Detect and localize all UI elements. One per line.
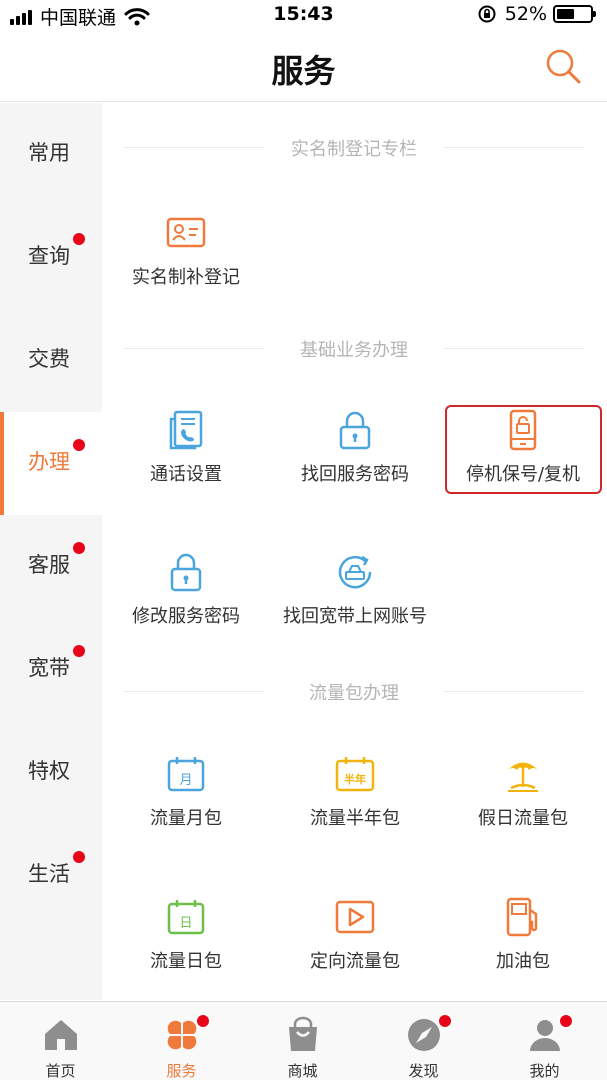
- fuel-pump-icon: [506, 897, 538, 937]
- id-card-icon: [166, 217, 206, 248]
- service-grid: 实名制登记专栏 实名制补登记 基础业务办理 通话设置 找回服务密码 停机保号/复…: [102, 103, 607, 1000]
- tile-label: 流量月包: [150, 808, 222, 829]
- tile-daily-data-pack[interactable]: 日 流量日包: [102, 896, 270, 992]
- tab-label: 商城: [287, 1062, 318, 1080]
- sidebar-item-label: 查询: [28, 244, 70, 268]
- shopping-bag-icon: [289, 1016, 317, 1051]
- beach-umbrella-icon: [508, 762, 538, 792]
- sidebar-item-common[interactable]: 常用: [0, 103, 102, 206]
- calendar-icon-text: 日: [179, 916, 192, 931]
- sidebar-item-label: 交费: [28, 347, 70, 371]
- tab-label: 首页: [45, 1062, 76, 1080]
- tile-label: 找回宽带上网账号: [283, 606, 427, 627]
- section-header: 基础业务办理: [124, 333, 584, 363]
- broadband-recover-icon: [338, 555, 372, 589]
- active-indicator: [0, 412, 4, 515]
- search-icon[interactable]: [543, 46, 583, 86]
- lock-icon: [339, 411, 371, 450]
- sidebar-item-label: 特权: [28, 759, 70, 783]
- tab-label: 服务: [166, 1062, 197, 1080]
- tile-realname-registration[interactable]: 实名制补登记: [102, 212, 270, 308]
- status-right: 52%: [477, 3, 596, 25]
- lock-icon: [170, 553, 202, 592]
- play-icon: [335, 900, 375, 934]
- calendar-day-icon: 日: [167, 900, 205, 935]
- call-settings-icon: [169, 410, 203, 450]
- sidebar-item-query[interactable]: 查询: [0, 206, 102, 309]
- tab-label: 发现: [408, 1062, 439, 1080]
- tile-label: 假日流量包: [478, 808, 568, 829]
- rotation-lock-icon: [478, 5, 496, 23]
- tile-holiday-data-pack[interactable]: 假日流量包: [439, 753, 607, 849]
- tile-halfyear-data-pack[interactable]: 半年 流量半年包: [271, 753, 439, 849]
- sidebar-item-label: 办理: [28, 450, 70, 474]
- calendar-icon-text: 半年: [344, 772, 366, 786]
- notification-dot: [73, 542, 85, 554]
- tab-home[interactable]: 首页: [0, 1002, 121, 1080]
- home-icon: [45, 1020, 77, 1050]
- sidebar-item-label: 宽带: [28, 656, 70, 680]
- tile-label: 流量半年包: [310, 808, 400, 829]
- section-title: 流量包办理: [309, 683, 399, 704]
- notification-dot: [437, 1013, 453, 1029]
- tile-fuel-pack[interactable]: 加油包: [439, 896, 607, 992]
- tile-label: 定向流量包: [310, 951, 400, 972]
- bottom-tab-bar: 首页 服务 商城 发现 我的: [0, 1001, 607, 1080]
- sidebar-item-label: 生活: [28, 862, 70, 886]
- tile-label: 修改服务密码: [132, 606, 240, 627]
- tile-recover-service-password[interactable]: 找回服务密码: [271, 409, 439, 505]
- calendar-icon-text: 月: [179, 773, 192, 788]
- sidebar-item-label: 常用: [28, 141, 70, 165]
- sidebar-item-life[interactable]: 生活: [0, 824, 102, 927]
- sidebar-item-customer-service[interactable]: 客服: [0, 515, 102, 618]
- notification-dot: [73, 645, 85, 657]
- tile-label: 流量日包: [150, 951, 222, 972]
- nav-header: 服务: [0, 30, 607, 102]
- tile-label: 通话设置: [150, 464, 222, 485]
- tile-recover-broadband-account[interactable]: 找回宽带上网账号: [271, 551, 439, 647]
- sidebar-item-privileges[interactable]: 特权: [0, 721, 102, 824]
- tab-discover[interactable]: 发现: [363, 1002, 484, 1080]
- tab-mall[interactable]: 商城: [242, 1002, 363, 1080]
- tile-change-service-password[interactable]: 修改服务密码: [102, 551, 270, 647]
- category-sidebar: 常用 查询 交费 办理 客服 宽带 特权 生活: [0, 103, 102, 1000]
- tile-label: 实名制补登记: [132, 267, 240, 288]
- battery-icon: [553, 5, 596, 23]
- section-header: 流量包办理: [124, 676, 584, 706]
- tile-call-settings[interactable]: 通话设置: [102, 409, 270, 505]
- tab-mine[interactable]: 我的: [484, 1002, 605, 1080]
- tab-service[interactable]: 服务: [121, 1002, 242, 1080]
- highlight-box: [445, 405, 602, 494]
- section-title: 基础业务办理: [300, 340, 408, 361]
- sidebar-item-broadband[interactable]: 宽带: [0, 618, 102, 721]
- sidebar-item-handle[interactable]: 办理: [0, 412, 102, 515]
- notification-dot: [558, 1013, 574, 1029]
- tile-directional-data-pack[interactable]: 定向流量包: [271, 896, 439, 992]
- calendar-halfyear-icon: 半年: [335, 757, 375, 792]
- notification-dot: [195, 1013, 211, 1029]
- status-bar: 中国联通 15:43 52%: [0, 0, 607, 30]
- battery-percent: 52%: [504, 3, 547, 25]
- section-header: 实名制登记专栏: [124, 132, 584, 162]
- notification-dot: [73, 233, 85, 245]
- tile-monthly-data-pack[interactable]: 月 流量月包: [102, 753, 270, 849]
- tab-label: 我的: [529, 1062, 560, 1080]
- notification-dot: [73, 851, 85, 863]
- notification-dot: [73, 439, 85, 451]
- tile-label: 找回服务密码: [301, 464, 409, 485]
- sidebar-item-label: 客服: [28, 553, 70, 577]
- page-title: 服务: [271, 52, 336, 90]
- tile-label: 加油包: [496, 951, 550, 972]
- calendar-month-icon: 月: [167, 757, 205, 792]
- sidebar-item-payment[interactable]: 交费: [0, 309, 102, 412]
- section-title: 实名制登记专栏: [291, 139, 417, 160]
